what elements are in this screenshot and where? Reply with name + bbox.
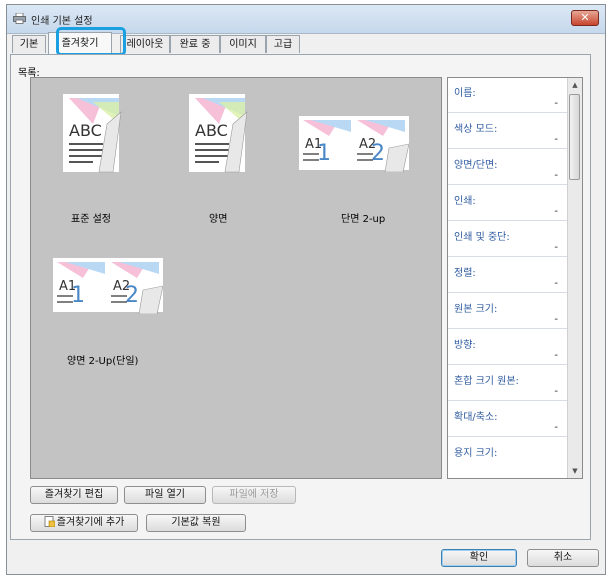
svg-text:1: 1: [317, 141, 331, 166]
property-value: -: [554, 278, 558, 289]
property-original-size: 원본 크기: -: [448, 294, 568, 329]
property-value: -: [554, 206, 558, 217]
property-label: 정렬:: [454, 268, 476, 279]
scroll-thumb[interactable]: [569, 94, 580, 180]
favorite-label: 표준 설정: [71, 214, 111, 225]
property-value: -: [554, 386, 558, 397]
property-value: -: [554, 98, 558, 109]
edit-favorites-button[interactable]: 즐겨찾기 편집: [30, 486, 118, 504]
document-abc-icon: ABC: [63, 94, 122, 173]
favorite-label: 양면: [209, 214, 228, 225]
tab-layout[interactable]: 레이아웃: [120, 35, 170, 53]
tab-finishing[interactable]: 완료 중: [170, 35, 220, 53]
printer-icon: [13, 13, 26, 24]
favorite-item-standard[interactable]: ABC 표준 설정: [39, 86, 169, 225]
save-to-file-button[interactable]: 파일에 저장: [212, 486, 296, 504]
thumb-text: ABC: [69, 121, 102, 140]
property-name: 이름: -: [448, 78, 568, 113]
ok-button[interactable]: 확인: [441, 549, 517, 567]
property-label: 인쇄 및 중단:: [454, 232, 510, 243]
tab-highlight-callout: [56, 27, 126, 56]
property-value: -: [554, 350, 558, 361]
favorite-label: 양면 2-Up(단일): [67, 356, 139, 367]
property-zoom: 확대/축소: -: [448, 402, 568, 437]
property-color-mode: 색상 모드: -: [448, 114, 568, 149]
property-orientation: 방향: -: [448, 330, 568, 365]
property-value: -: [554, 242, 558, 253]
scroll-down-arrow-icon[interactable]: ▼: [568, 464, 582, 478]
properties-pane[interactable]: 이름: - 색상 모드: - 양면/단면: - 인쇄: - 인쇄 및 중단: -…: [447, 77, 583, 479]
favorites-list[interactable]: ABC 표준 설정 ABC 양면 A1 A2 1 2 단면 2-up A1 A2…: [30, 77, 442, 479]
thumb-text: ABC: [195, 121, 228, 140]
property-collate: 정렬: -: [448, 258, 568, 293]
property-label: 양면/단면:: [454, 160, 498, 171]
favorite-item-duplex-2up-single[interactable]: A1 A2 1 2 양면 2-Up(단일): [39, 246, 169, 376]
favorite-label: 단면 2-up: [341, 214, 386, 225]
tab-advanced[interactable]: 고급: [266, 35, 300, 53]
property-print: 인쇄: -: [448, 186, 568, 221]
property-paper-size: 용지 크기:: [448, 438, 568, 473]
property-label: 색상 모드:: [454, 124, 498, 135]
svg-text:2: 2: [371, 141, 385, 166]
property-value: -: [554, 170, 558, 181]
add-to-favorites-button[interactable]: 즐겨찾기에 추가: [30, 514, 138, 532]
favorite-item-duplex[interactable]: ABC 양면: [165, 86, 295, 225]
favorite-item-simplex-2up[interactable]: A1 A2 1 2 단면 2-up: [299, 86, 429, 225]
scroll-up-arrow-icon[interactable]: ▲: [568, 78, 582, 92]
document-2up-icon: A1 A2 1 2: [53, 258, 163, 314]
tab-basic[interactable]: 기본: [12, 35, 46, 53]
property-label: 원본 크기:: [454, 304, 498, 315]
property-label: 혼합 크기 원본:: [454, 376, 519, 387]
property-label: 용지 크기:: [454, 448, 498, 459]
property-label: 확대/축소:: [454, 412, 498, 423]
properties-scrollbar[interactable]: ▲ ▼: [567, 78, 582, 478]
property-print-and-pause: 인쇄 및 중단: -: [448, 222, 568, 257]
close-button[interactable]: ✕: [571, 10, 599, 26]
property-value: -: [554, 422, 558, 433]
add-favorite-icon: [44, 516, 55, 527]
property-label: 인쇄:: [454, 196, 476, 207]
property-value: -: [554, 134, 558, 145]
cancel-button[interactable]: 취소: [527, 549, 599, 567]
property-label: 이름:: [454, 88, 476, 99]
svg-text:2: 2: [125, 283, 139, 308]
property-value: -: [554, 314, 558, 325]
window-title: 인쇄 기본 설정: [31, 16, 93, 27]
svg-text:1: 1: [71, 283, 85, 308]
property-label: 방향:: [454, 340, 476, 351]
document-abc-icon: ABC: [189, 94, 248, 173]
add-to-favorites-label: 즐겨찾기에 추가: [56, 517, 125, 528]
property-duplex: 양면/단면: -: [448, 150, 568, 185]
document-2up-icon: A1 A2 1 2: [299, 116, 409, 172]
open-file-button[interactable]: 파일 열기: [124, 486, 206, 504]
property-mixed-size: 혼합 크기 원본: -: [448, 366, 568, 401]
restore-defaults-button[interactable]: 기본값 복원: [146, 514, 246, 532]
tab-image[interactable]: 이미지: [220, 35, 266, 53]
